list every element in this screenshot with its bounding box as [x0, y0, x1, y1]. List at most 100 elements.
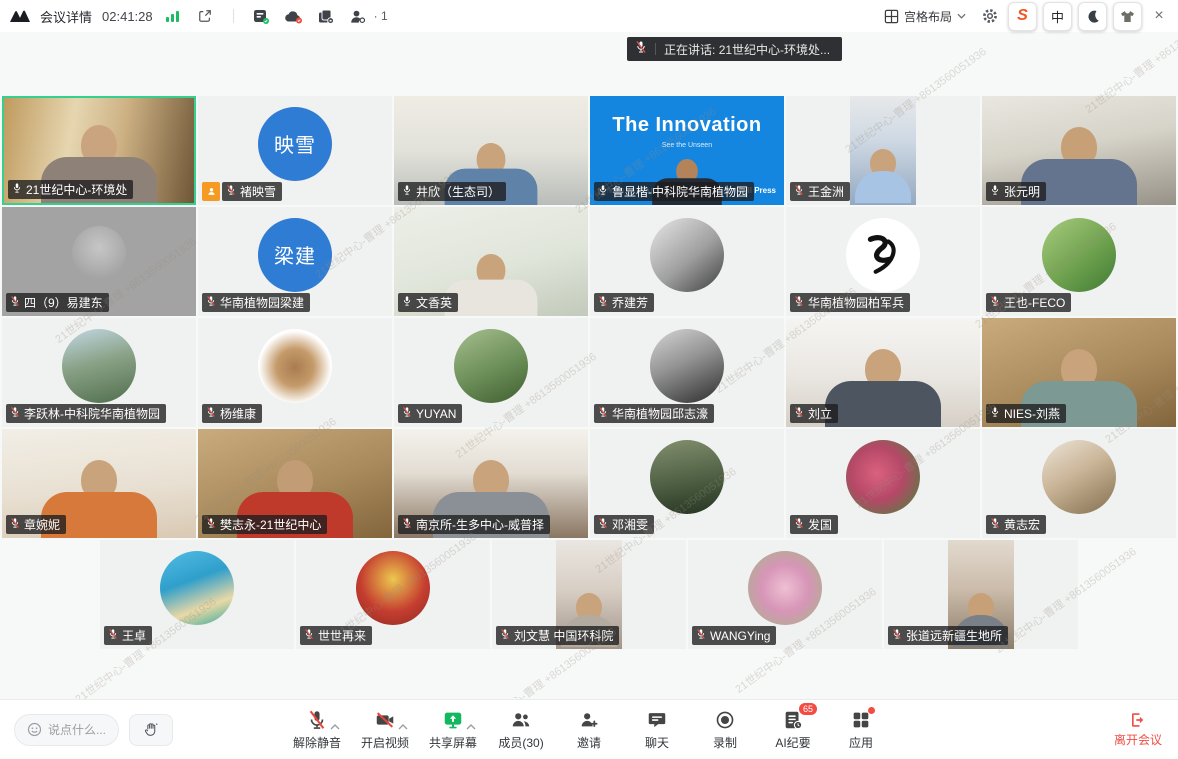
participant-tile-22[interactable]: 邓湘雯 [590, 429, 784, 538]
participant-name: 鲁显楷-中科院华南植物园 [612, 185, 748, 199]
file-lock-icon[interactable] [314, 4, 338, 28]
top-bar: 会议详情 02:41:28 · 1 [0, 0, 1178, 32]
meeting-details-link[interactable]: 会议详情 [40, 7, 92, 26]
members-label: 成员(30) [498, 734, 543, 751]
participant-tile-6[interactable]: 张元明 [982, 96, 1176, 205]
participant-tile-25[interactable]: 王卓 [100, 540, 294, 649]
participant-name: 发国 [808, 518, 832, 532]
participant-name: 刘立 [808, 407, 832, 421]
mic-muted-icon [402, 406, 412, 421]
participant-name-badge: 张道远新疆生地所 [888, 626, 1008, 645]
slide-title: The Innovation [590, 114, 784, 137]
share-options-chevron[interactable] [466, 717, 476, 735]
member-status-icon[interactable] [346, 4, 370, 28]
participant-tile-7[interactable]: 四（9）易建东 [2, 207, 196, 316]
participant-tile-18[interactable]: NIES-刘燕 [982, 318, 1176, 427]
participant-tile-28[interactable]: WANGYing [688, 540, 882, 649]
start-video-button[interactable]: 开启视频 [361, 709, 409, 751]
chat-icon [646, 709, 668, 731]
participant-tile-23[interactable]: 发国 [786, 429, 980, 538]
participant-tile-13[interactable]: 李跃林-中科院华南植物园 [2, 318, 196, 427]
settings-gear-icon[interactable] [978, 4, 1002, 28]
participant-name: 王也-FECO [1004, 296, 1065, 310]
participant-name: 文香英 [416, 296, 452, 310]
quick-chat-input[interactable]: 说点什么... [14, 714, 119, 746]
participant-tile-4[interactable]: The InnovationSee the UnseenINNOVATIONCe… [590, 96, 784, 205]
cloud-recording-icon[interactable] [282, 4, 306, 28]
pop-out-icon[interactable] [193, 4, 217, 28]
participant-tile-21[interactable]: 南京所-生多中心-威普择 [394, 429, 588, 538]
presence-count: · 1 [374, 9, 388, 23]
invite-icon [578, 709, 600, 731]
toolbar-left: 说点什么... [14, 714, 173, 746]
participant-tile-27[interactable]: 刘文慧 中国环科院 [492, 540, 686, 649]
members-button[interactable]: 成员(30) [497, 709, 545, 751]
apps-button[interactable]: 应用 [837, 709, 885, 751]
participant-tile-19[interactable]: 章婉妮 [2, 429, 196, 538]
participant-tile-15[interactable]: YUYAN [394, 318, 588, 427]
mic-muted-icon [990, 295, 1000, 310]
avatar [650, 440, 724, 514]
participant-tile-2[interactable]: 映雪褚映雪 [198, 96, 392, 205]
participant-name: 乔建芳 [612, 296, 648, 310]
grid-layout-icon [884, 9, 899, 24]
participant-name: YUYAN [416, 407, 456, 421]
apps-icon [850, 709, 872, 731]
chat-button[interactable]: 聊天 [633, 709, 681, 751]
avatar [748, 551, 822, 625]
participant-tile-12[interactable]: 王也-FECO [982, 207, 1176, 316]
participant-tile-8[interactable]: 梁建华南植物园梁建 [198, 207, 392, 316]
participant-tile-20[interactable]: 樊志永-21世纪中心 [198, 429, 392, 538]
participant-name-badge: 王金洲 [790, 182, 850, 201]
participant-name: 四（9）易建东 [24, 296, 103, 310]
record-button[interactable]: 录制 [701, 709, 749, 751]
share-screen-button[interactable]: 共享屏幕 [429, 709, 477, 751]
avatar [454, 329, 528, 403]
participant-tile-10[interactable]: 乔建芳 [590, 207, 784, 316]
docs-icon[interactable] [250, 4, 274, 28]
participant-tile-1[interactable]: 21世纪中心-环境处 [2, 96, 196, 205]
participant-tile-16[interactable]: 华南植物园邱志濠 [590, 318, 784, 427]
grid-layout-button[interactable]: 宫格布局 [878, 5, 972, 28]
participant-tile-17[interactable]: 刘立 [786, 318, 980, 427]
participant-tile-5[interactable]: 王金洲 [786, 96, 980, 205]
video-grid-area: 正在讲话: 21世纪中心-环境处... 21世纪中心-环境处映雪褚映雪井欣（生态… [0, 32, 1178, 700]
grid-layout-label: 宫格布局 [904, 8, 952, 25]
invite-button[interactable]: 邀请 [565, 709, 613, 751]
avatar: 梁建 [258, 218, 332, 292]
leave-meeting-button[interactable]: 离开会议 [1114, 711, 1162, 748]
portrait-video [850, 96, 916, 205]
participant-name: 杨维康 [220, 407, 256, 421]
participant-name-badge: 世世再来 [300, 626, 372, 645]
top-bar-left: 会议详情 02:41:28 · 1 [8, 4, 388, 28]
unmute-label: 解除静音 [293, 734, 341, 751]
raise-hand-button[interactable] [129, 714, 173, 746]
participant-name: 张元明 [1004, 185, 1040, 199]
hand-icon [143, 722, 159, 738]
mic-muted-icon [500, 628, 510, 643]
participant-tile-3[interactable]: 井欣（生态司） [394, 96, 588, 205]
participant-tile-29[interactable]: 张道远新疆生地所 [884, 540, 1078, 649]
network-signal-icon[interactable] [161, 4, 185, 28]
unmute-button[interactable]: 解除静音 [293, 709, 341, 751]
participant-tile-26[interactable]: 世世再来 [296, 540, 490, 649]
speaking-label: 正在讲话: 21世纪中心-环境处... [664, 41, 830, 58]
participant-name-badge: WANGYing [692, 626, 776, 645]
close-icon[interactable]: × [1148, 7, 1170, 25]
grid-row: 章婉妮樊志永-21世纪中心南京所-生多中心-威普择邓湘雯发国 黄志宏 [1, 429, 1177, 538]
ime-night-mode-icon[interactable] [1078, 2, 1107, 31]
participant-name-badge: 王也-FECO [986, 293, 1071, 312]
mic-muted-icon [794, 295, 804, 310]
participant-tile-9[interactable]: 文香英 [394, 207, 588, 316]
participant-tile-14[interactable]: 杨维康 [198, 318, 392, 427]
ai-notes-button[interactable]: 65 AI纪要 [769, 709, 817, 751]
ime-skin-icon[interactable] [1113, 2, 1142, 31]
mic-on-icon [402, 184, 412, 199]
video-options-chevron[interactable] [398, 717, 408, 735]
participant-tile-11[interactable]: 华南植物园柏军兵 [786, 207, 980, 316]
mic-options-chevron[interactable] [330, 717, 340, 735]
mic-muted-icon [892, 628, 902, 643]
participant-tile-24[interactable]: 黄志宏 [982, 429, 1176, 538]
ime-language-button[interactable]: 中 [1043, 2, 1072, 31]
sogou-input-icon[interactable]: S [1008, 2, 1037, 31]
